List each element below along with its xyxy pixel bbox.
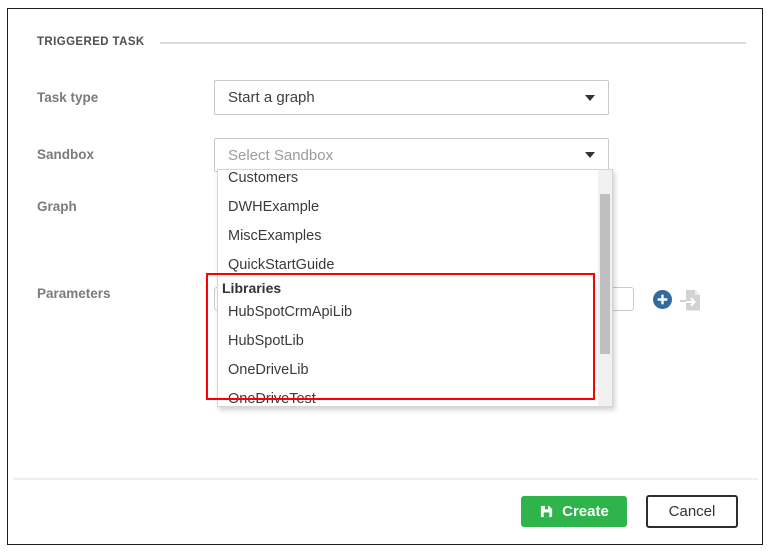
dropdown-option[interactable]: Customers	[218, 169, 598, 192]
task-type-select[interactable]: Start a graph	[214, 80, 609, 115]
dropdown-option[interactable]: OneDriveLib	[218, 355, 598, 384]
create-button[interactable]: Create	[521, 496, 627, 527]
screenshot-page: TRIGGERED TASK Task type Start a graph S…	[0, 0, 770, 555]
triggered-task-dialog: TRIGGERED TASK Task type Start a graph S…	[7, 8, 763, 545]
dropdown-option[interactable]: HubSpotLib	[218, 326, 598, 355]
section-divider	[160, 42, 746, 44]
add-parameter-button[interactable]	[653, 290, 672, 309]
sandbox-placeholder: Select Sandbox	[228, 147, 333, 164]
dropdown-group-label: Libraries	[218, 279, 598, 297]
task-type-label: Task type	[37, 90, 98, 106]
dropdown-scrollbar-track[interactable]	[598, 170, 612, 406]
section-title: TRIGGERED TASK	[37, 36, 145, 48]
cancel-button[interactable]: Cancel	[646, 495, 738, 528]
dropdown-options: Customers DWHExample MiscExamples QuickS…	[218, 169, 598, 407]
floppy-disk-icon	[539, 504, 554, 519]
graph-label: Graph	[37, 199, 77, 215]
create-button-label: Create	[562, 503, 609, 520]
dropdown-option[interactable]: HubSpotCrmApiLib	[218, 297, 598, 326]
footer-divider	[13, 478, 758, 480]
dropdown-option[interactable]: DWHExample	[218, 192, 598, 221]
file-import-icon	[678, 288, 702, 312]
cancel-button-label: Cancel	[669, 503, 716, 520]
plus-circle-icon	[653, 290, 672, 309]
import-parameters-button[interactable]	[678, 288, 702, 312]
sandbox-select[interactable]: Select Sandbox	[214, 138, 609, 172]
sandbox-dropdown-list: Customers DWHExample MiscExamples QuickS…	[217, 169, 613, 407]
sandbox-label: Sandbox	[37, 147, 94, 163]
dropdown-option[interactable]: QuickStartGuide	[218, 250, 598, 279]
task-type-value: Start a graph	[228, 89, 315, 106]
dropdown-option[interactable]: MiscExamples	[218, 221, 598, 250]
parameters-label: Parameters	[37, 286, 111, 302]
dropdown-scrollbar-thumb[interactable]	[600, 194, 610, 354]
caret-down-icon	[585, 95, 595, 101]
dropdown-option[interactable]: OneDriveTest	[218, 384, 598, 407]
caret-down-icon	[585, 152, 595, 158]
